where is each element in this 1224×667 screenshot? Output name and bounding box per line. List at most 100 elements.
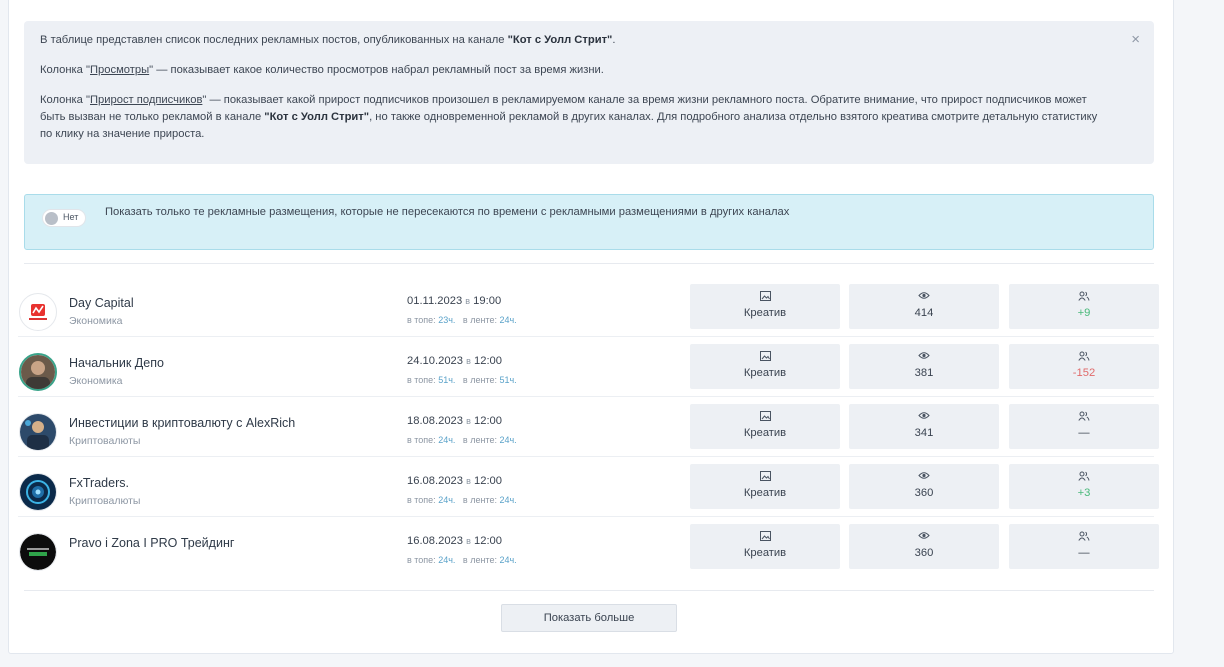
time-value: 12:00	[474, 355, 502, 367]
creative-button[interactable]: Креатив	[690, 284, 840, 329]
eye-icon	[849, 351, 999, 363]
channel-name[interactable]: Инвестиции в криптовалюту с AlexRich	[69, 416, 295, 430]
date-value: 16.08.2023	[407, 535, 463, 547]
creative-label: Креатив	[743, 307, 787, 319]
growth-box[interactable]: —	[1009, 524, 1159, 569]
in-feed-label: в ленте:	[462, 495, 497, 505]
growth-box[interactable]: -152	[1009, 344, 1159, 389]
channel-name[interactable]: FxTraders.	[69, 476, 129, 490]
views-value: 341	[914, 427, 934, 439]
in-feed-value: 24ч.	[499, 555, 517, 565]
in-feed-label: в ленте:	[462, 315, 497, 325]
channel-category: Криптовалюты	[69, 435, 141, 447]
eye-icon	[849, 531, 999, 543]
post-date: 16.08.2023 в 12:00	[407, 535, 502, 547]
creative-button[interactable]: Креатив	[690, 524, 840, 569]
in-top-value: 51ч.	[438, 375, 456, 385]
growth-box[interactable]: —	[1009, 404, 1159, 449]
channel-name[interactable]: Pravo i Zona I PRO Трейдинг	[69, 536, 234, 550]
channel-name: "Кот с Уолл Стрит"	[264, 111, 370, 123]
views-value: 360	[914, 547, 934, 559]
views-box[interactable]: 360	[849, 464, 999, 509]
info-text: .	[612, 34, 616, 46]
date-value: 18.08.2023	[407, 415, 463, 427]
post-durations: в топе: 24ч. в ленте: 24ч.	[407, 495, 517, 505]
in-top-value: 24ч.	[438, 435, 456, 445]
divider	[18, 396, 1154, 397]
in-top-value: 23ч.	[438, 315, 456, 325]
time-value: 12:00	[474, 535, 502, 547]
divider	[24, 263, 1154, 264]
growth-value: -152	[1072, 367, 1096, 379]
time-value: 12:00	[474, 475, 502, 487]
creative-button[interactable]: Креатив	[690, 464, 840, 509]
list-item: Day Capital Экономика 01.11.2023 в 19:00…	[18, 284, 1163, 350]
growth-box[interactable]: +3	[1009, 464, 1159, 509]
post-date: 24.10.2023 в 12:00	[407, 355, 502, 367]
views-box[interactable]: 341	[849, 404, 999, 449]
channel-category: Криптовалюты	[69, 495, 141, 507]
date-value: 24.10.2023	[407, 355, 463, 367]
at-label: в	[466, 416, 471, 426]
post-durations: в топе: 24ч. в ленте: 24ч.	[407, 435, 517, 445]
show-more-button[interactable]: Показать больше	[501, 604, 677, 632]
views-box[interactable]: 414	[849, 284, 999, 329]
creative-label: Креатив	[743, 547, 787, 559]
info-text: Колонка "	[40, 64, 90, 76]
time-value: 19:00	[473, 295, 502, 307]
time-value: 12:00	[474, 415, 502, 427]
close-icon[interactable]: ×	[1131, 31, 1140, 48]
divider	[24, 590, 1154, 591]
creative-label: Креатив	[743, 367, 787, 379]
image-icon	[690, 471, 840, 483]
post-date: 01.11.2023 в 19:00	[407, 295, 501, 307]
date-value: 16.08.2023	[407, 475, 463, 487]
creative-label: Креатив	[743, 487, 787, 499]
list-item: Начальник Депо Экономика 24.10.2023 в 12…	[18, 344, 1163, 410]
in-top-label: в топе:	[407, 375, 436, 385]
divider	[18, 456, 1154, 457]
users-icon	[1009, 351, 1159, 363]
in-top-label: в топе:	[407, 495, 436, 505]
avatar	[19, 353, 57, 391]
growth-value: +3	[1077, 487, 1091, 499]
in-top-value: 24ч.	[438, 555, 456, 565]
creative-button[interactable]: Креатив	[690, 404, 840, 449]
post-durations: в топе: 23ч. в ленте: 24ч.	[407, 315, 517, 325]
post-durations: в топе: 51ч. в ленте: 51ч.	[407, 375, 517, 385]
users-icon	[1009, 531, 1159, 543]
filter-text: Показать только те рекламные размещения,…	[105, 206, 790, 218]
divider	[18, 516, 1154, 517]
in-top-label: в топе:	[407, 555, 436, 565]
non-overlap-toggle[interactable]: Нет	[42, 209, 86, 227]
post-durations: в топе: 24ч. в ленте: 24ч.	[407, 555, 517, 565]
image-icon	[690, 531, 840, 543]
avatar	[19, 293, 57, 331]
in-feed-label: в ленте:	[462, 555, 497, 565]
creative-label: Креатив	[743, 427, 787, 439]
views-value: 414	[914, 307, 934, 319]
channel-category: Экономика	[69, 375, 123, 387]
growth-term-link[interactable]: Прирост подписчиков	[90, 94, 202, 106]
views-box[interactable]: 360	[849, 524, 999, 569]
in-feed-value: 51ч.	[499, 375, 517, 385]
avatar	[19, 533, 57, 571]
creative-button[interactable]: Креатив	[690, 344, 840, 389]
list-item: Pravo i Zona I PRO Трейдинг 16.08.2023 в…	[18, 524, 1163, 590]
info-paragraph-3: Колонка "Прирост подписчиков" — показыва…	[40, 92, 1106, 143]
users-icon	[1009, 471, 1159, 483]
eye-icon	[849, 411, 999, 423]
in-feed-value: 24ч.	[499, 315, 517, 325]
channel-category: Экономика	[69, 315, 123, 327]
in-feed-label: в ленте:	[462, 375, 497, 385]
image-icon	[690, 411, 840, 423]
channel-name[interactable]: Day Capital	[69, 296, 134, 310]
views-term-link[interactable]: Просмотры	[90, 64, 149, 76]
growth-box[interactable]: +9	[1009, 284, 1159, 329]
info-panel: × В таблице представлен список последних…	[24, 21, 1154, 164]
growth-value: —	[1078, 427, 1090, 439]
users-icon	[1009, 291, 1159, 303]
in-feed-value: 24ч.	[499, 495, 517, 505]
channel-name[interactable]: Начальник Депо	[69, 356, 164, 370]
views-box[interactable]: 381	[849, 344, 999, 389]
